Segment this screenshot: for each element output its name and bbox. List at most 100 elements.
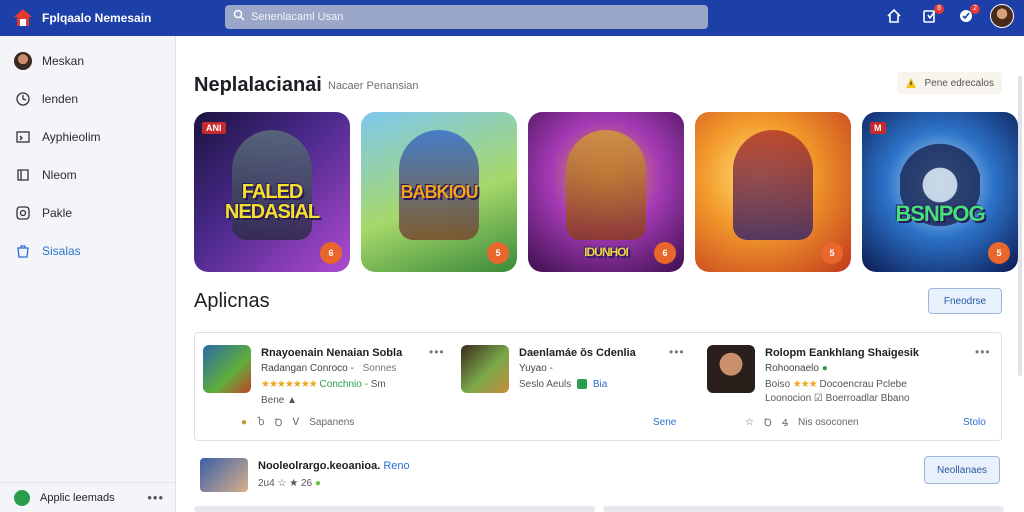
home-logo-icon [12, 7, 34, 29]
notifications-icon[interactable]: 2 [954, 4, 980, 28]
brand-name: Fplqaalo Nemesain [42, 11, 152, 25]
app-rating: Seslo Aeuls Bia [519, 379, 608, 390]
sidebar-item-nleom[interactable]: Nleom [0, 156, 175, 194]
app-meta: Bene ▲ [261, 395, 298, 406]
game-badge: 5 [821, 242, 843, 264]
more-icon[interactable]: ••• [429, 345, 445, 359]
sidebar-item-ayphieolim[interactable]: Ayphieolim [0, 118, 175, 156]
user-avatar[interactable] [990, 4, 1014, 28]
book-icon [14, 166, 32, 184]
more-icon[interactable]: ••• [147, 490, 164, 505]
app-thumbnail [707, 345, 755, 393]
sidebar-footer[interactable]: Applic leemads ••• [0, 482, 176, 512]
game-badge: 6 [654, 242, 676, 264]
sidebar: Meskan lenden Ayphieolim Nleom Pakle Sis… [0, 36, 176, 512]
scrollbar[interactable] [1018, 76, 1022, 376]
rating-badge-icon [577, 379, 588, 390]
game-card[interactable]: 5 [695, 112, 851, 272]
coin-icon[interactable]: ● [241, 417, 247, 428]
bottom-cards-peek [194, 506, 1004, 512]
game-title: FALED NEDASIAL [224, 181, 320, 223]
action-icon[interactable]: Ꝺ [275, 415, 283, 429]
sidebar-item-meskan[interactable]: Meskan [0, 42, 175, 80]
action-label[interactable]: Nis osoconen [798, 417, 859, 428]
app-card[interactable]: Daenlamáe ŏs Cdenlia Yuyao - Seslo Aeuls… [453, 333, 693, 442]
play-icon [14, 204, 32, 222]
app-subtitle: Rohoonaelo ● [765, 363, 828, 374]
filter-label: Pene edrecalos [924, 77, 995, 89]
app-thumbnail [203, 345, 251, 393]
app-link[interactable]: Stolo [963, 417, 986, 428]
sidebar-item-lenden[interactable]: lenden [0, 80, 175, 118]
game-card[interactable]: M BSNPOG 5 [862, 112, 1018, 272]
brand[interactable]: Fplqaalo Nemesain [0, 7, 220, 29]
app-thumbnail [200, 458, 248, 492]
sidebar-item-label: lenden [42, 92, 79, 106]
action-icon[interactable]: ᐯ [292, 417, 299, 428]
app-subtitle: Radangan Conroco - Sonnes [261, 363, 397, 374]
sidebar-item-label: Nleom [42, 168, 77, 182]
game-badge: 6 [320, 242, 342, 264]
game-card[interactable]: IDUNHOI 6 [528, 112, 684, 272]
app-link[interactable]: Sene [653, 417, 676, 428]
notifications-badge: 2 [970, 4, 980, 14]
game-badge: 5 [487, 242, 509, 264]
app-rating: ★★★★★★★ Conchnio - Sm [261, 379, 386, 390]
sidebar-item-pakle[interactable]: Pakle [0, 194, 175, 232]
search-input[interactable] [251, 11, 691, 23]
app-meta: 2u4 ☆ ★ 26 ● [258, 478, 321, 489]
app-actions: ☆ Ꝺ Ꜯ Nis osoconen [745, 415, 859, 430]
more-icon[interactable]: ••• [669, 345, 685, 359]
star-icon[interactable]: ☆ [745, 417, 754, 428]
action-icon[interactable]: Ꝺ [764, 415, 772, 429]
more-icon[interactable]: ••• [975, 345, 991, 359]
warning-icon [905, 77, 917, 89]
game-card[interactable]: ANI FALED NEDASIAL 6 [194, 112, 350, 272]
sidebar-item-label: Ayphieolim [42, 130, 101, 144]
sidebar-item-label: Meskan [42, 54, 85, 68]
profile-avatar [14, 52, 32, 70]
app-card[interactable]: Rnayoenain Nenaian Sobla Radangan Conroc… [195, 333, 455, 442]
card-peek [194, 506, 595, 512]
clock-icon [14, 90, 32, 108]
app-card[interactable]: Rolopm Eankhlang Shaigesik Rohoonaelo ● … [699, 333, 999, 442]
row-action-button[interactable]: Neollanaes [924, 456, 1000, 484]
search-icon [233, 8, 245, 26]
app-name: Nooleolrargo.keoanioa. Reno [258, 460, 410, 472]
footer-app-icon [14, 489, 30, 506]
search-bar[interactable] [225, 5, 708, 29]
action-label[interactable]: Sapanens [309, 417, 354, 428]
app-actions: ● Ⴆ Ꝺ ᐯ Sapanens [241, 415, 354, 430]
sidebar-item-label: Pakle [42, 206, 73, 220]
filter-chip[interactable]: Pene edrecalos [896, 72, 1002, 94]
game-art [566, 130, 646, 240]
app-name: Daenlamáe ŏs Cdenlia [519, 347, 636, 359]
downloads-icon[interactable]: 8 [918, 4, 944, 28]
action-icon[interactable]: Ꜯ [782, 415, 788, 429]
game-logo: ANI [202, 122, 226, 134]
sidebar-item-sisalas[interactable]: Sisalas [0, 232, 175, 270]
apps-button[interactable]: Fneodrse [928, 288, 1002, 314]
store-icon [14, 242, 32, 260]
game-title: BSNPOG [895, 201, 985, 226]
card-peek [603, 506, 1004, 512]
sidebar-item-label: Sisalas [42, 244, 81, 258]
app-list-row[interactable]: Nooleolrargo.keoanioa. Reno 2u4 ☆ ★ 26 ●… [200, 456, 1000, 496]
app-name: Rnayoenain Nenaian Sobla [261, 347, 403, 359]
top-bar: Fplqaalo Nemesain 8 2 [0, 0, 1024, 36]
app-subtitle: Yuyao - [519, 363, 553, 374]
game-art [733, 130, 813, 240]
action-icon[interactable]: Ⴆ [257, 417, 265, 428]
game-logo: M [870, 122, 886, 134]
game-card[interactable]: BABKIOU 5 [361, 112, 517, 272]
rating-stars: ★★★ [792, 379, 818, 390]
app-meta: Loonocion ☑ Boerroadlar Bbano [765, 393, 910, 404]
home-icon[interactable] [882, 4, 906, 28]
featured-games: ANI FALED NEDASIAL 6 BABKIOU 5 IDUNHOI 6… [194, 112, 1018, 272]
top-icons: 8 2 [882, 4, 1014, 28]
app-tag: Reno [383, 460, 410, 472]
apps-panel: Rnayoenain Nenaian Sobla Radangan Conroc… [194, 332, 1002, 441]
footer-label: Applic leemads [40, 491, 115, 504]
featured-subtitle: Nacaer Penansian [328, 80, 419, 92]
downloads-badge: 8 [934, 4, 944, 14]
